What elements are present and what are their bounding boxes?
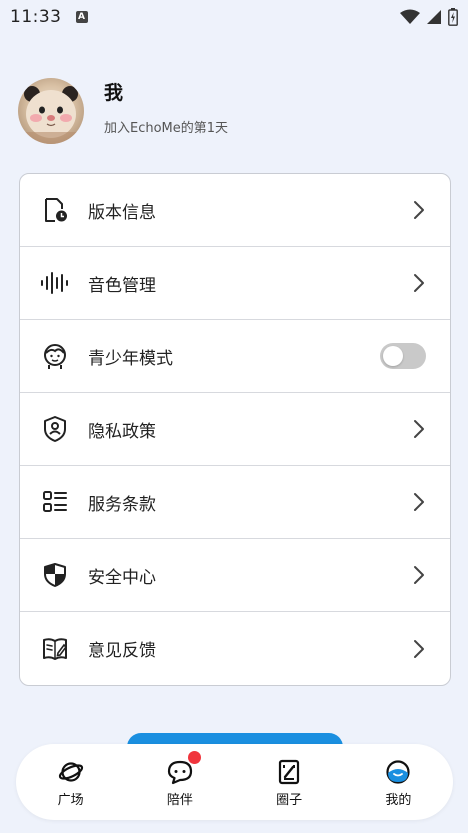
menu-item-terms-of-service[interactable]: 服务条款 <box>20 466 450 539</box>
planet-icon <box>58 761 83 782</box>
menu-item-label: 青少年模式 <box>88 348 173 369</box>
sound-wave-icon <box>40 268 70 298</box>
menu-item-security-center[interactable]: 安全中心 <box>20 539 450 612</box>
menu-item-feedback[interactable]: 意见反馈 <box>20 612 450 685</box>
menu-item-label: 意见反馈 <box>88 641 156 661</box>
bottom-tab-bar: 广场 陪伴 圈子 我的 <box>16 744 453 820</box>
notification-a-icon: A <box>75 11 88 23</box>
tab-label: 陪伴 <box>166 792 193 808</box>
tab-label: 圈子 <box>276 792 303 808</box>
cat-avatar-image <box>18 86 84 144</box>
chevron-right-icon <box>414 274 424 292</box>
menu-item-label: 版本信息 <box>88 202 156 223</box>
settings-menu: 版本信息 音色管理 青少年模式 隐私政策 服务条款 安全中心 意见反馈 <box>19 173 451 686</box>
book-pen-icon <box>40 634 70 664</box>
profile-name: 我 <box>104 82 124 104</box>
toggle-knob <box>383 346 403 366</box>
battery-icon <box>448 8 458 26</box>
profile-header: 我 加入EchoMe的第1天 <box>18 78 228 144</box>
menu-item-privacy-policy[interactable]: 隐私政策 <box>20 393 450 466</box>
child-face-icon <box>40 341 70 371</box>
status-bar: 11:33 A <box>0 0 468 34</box>
menu-item-label: 音色管理 <box>88 275 156 296</box>
cellular-signal-icon <box>427 10 441 24</box>
tab-circle[interactable]: 圈子 <box>235 744 344 820</box>
shield-split-icon <box>40 560 70 590</box>
chat-bubble-icon <box>167 760 192 784</box>
document-clock-icon <box>40 195 70 225</box>
menu-item-label: 服务条款 <box>88 494 156 515</box>
wifi-icon <box>400 9 420 24</box>
status-time: 11:33 <box>10 7 62 27</box>
chevron-right-icon <box>414 201 424 219</box>
chevron-right-icon <box>414 420 424 438</box>
chevron-right-icon <box>414 493 424 511</box>
profile-join-days: 加入EchoMe的第1天 <box>104 121 229 136</box>
menu-item-teen-mode: 青少年模式 <box>20 320 450 393</box>
chevron-right-icon <box>414 566 424 584</box>
tab-plaza[interactable]: 广场 <box>16 744 125 820</box>
teen-mode-toggle[interactable] <box>380 343 426 369</box>
menu-item-label: 安全中心 <box>88 567 156 588</box>
tab-label: 我的 <box>385 792 412 808</box>
profile-face-icon <box>386 759 410 784</box>
tab-mine[interactable]: 我的 <box>344 744 453 820</box>
list-icon <box>40 487 70 517</box>
notification-badge <box>187 751 201 764</box>
shield-user-icon <box>40 414 70 444</box>
notebook-icon <box>279 759 300 784</box>
menu-item-version-info[interactable]: 版本信息 <box>20 174 450 247</box>
chevron-right-icon <box>414 639 424 658</box>
tab-companion[interactable]: 陪伴 <box>125 744 234 820</box>
menu-item-voice-management[interactable]: 音色管理 <box>20 247 450 320</box>
tab-label: 广场 <box>57 792 84 808</box>
status-indicators <box>400 8 458 26</box>
menu-item-label: 隐私政策 <box>88 421 156 442</box>
avatar[interactable] <box>18 78 84 144</box>
